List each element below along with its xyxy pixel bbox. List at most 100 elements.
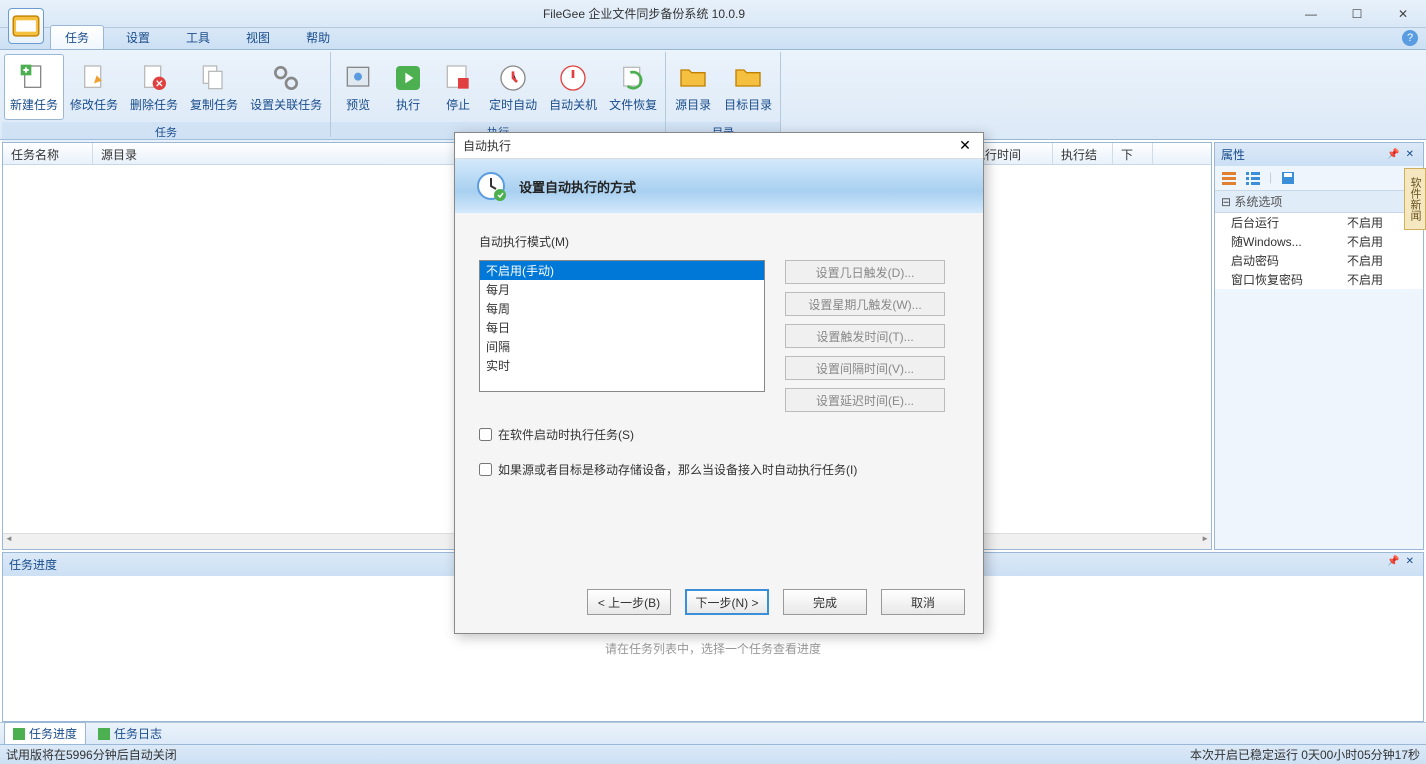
stop-button[interactable]: 停止	[433, 54, 483, 120]
check-run-on-startup[interactable]: 在软件启动时执行任务(S)	[479, 426, 959, 443]
check-run-on-startup-box[interactable]	[479, 428, 492, 441]
set-interval-button[interactable]: 设置间隔时间(V)...	[785, 356, 945, 380]
news-sidebar-tab[interactable]: 软件新闻	[1404, 168, 1426, 230]
category-view-icon[interactable]	[1221, 170, 1237, 186]
prop-row-windows[interactable]: 随Windows...不启用	[1215, 232, 1423, 251]
set-weekday-trigger-button[interactable]: 设置星期几触发(W)...	[785, 292, 945, 316]
auto-shutdown-button[interactable]: 自动关机	[543, 54, 603, 120]
target-dir-label: 目标目录	[724, 96, 772, 113]
ribbon-group-dir: 源目录 目标目录 目录	[666, 52, 781, 137]
play-icon	[392, 62, 424, 94]
save-icon[interactable]	[1280, 170, 1296, 186]
relate-task-button[interactable]: 设置关联任务	[244, 54, 328, 120]
menu-tab-help[interactable]: 帮助	[292, 26, 344, 49]
mode-item-manual[interactable]: 不启用(手动)	[480, 261, 764, 280]
list-view-icon[interactable]	[1245, 170, 1261, 186]
set-time-trigger-button[interactable]: 设置触发时间(T)...	[785, 324, 945, 348]
preview-icon	[342, 62, 374, 94]
dialog-title-text: 自动执行	[463, 137, 955, 154]
menu-tab-tools[interactable]: 工具	[172, 26, 224, 49]
restore-icon	[617, 62, 649, 94]
pin-icon[interactable]: 📌	[1384, 149, 1402, 160]
prop-row-password[interactable]: 启动密码不启用	[1215, 251, 1423, 270]
tab-log[interactable]: 任务日志	[90, 723, 170, 744]
target-dir-button[interactable]: 目标目录	[718, 54, 778, 120]
folder-icon	[677, 62, 709, 94]
close-button[interactable]: ✕	[1380, 0, 1426, 28]
mode-item-daily[interactable]: 每日	[480, 318, 764, 337]
mode-item-interval[interactable]: 间隔	[480, 337, 764, 356]
properties-section[interactable]: ⊟ 系统选项	[1215, 190, 1423, 213]
ribbon-group-task: 新建任务 修改任务 删除任务 复制任务 设置关联任务 任务	[2, 52, 331, 137]
menu-bar: 任务 设置 工具 视图 帮助 ?	[0, 28, 1426, 50]
status-left: 试用版将在5996分钟后自动关闭	[6, 746, 1190, 763]
menu-tab-view[interactable]: 视图	[232, 26, 284, 49]
dialog-banner: 设置自动执行的方式	[455, 159, 983, 213]
stop-label: 停止	[446, 96, 470, 113]
preview-label: 预览	[346, 96, 370, 113]
copy-task-button[interactable]: 复制任务	[184, 54, 244, 120]
auto-schedule-button[interactable]: 定时自动	[483, 54, 543, 120]
execute-button[interactable]: 执行	[383, 54, 433, 120]
help-icon[interactable]: ?	[1402, 30, 1418, 46]
mode-label: 自动执行模式(M)	[479, 233, 959, 250]
mode-listbox[interactable]: 不启用(手动) 每月 每周 每日 间隔 实时	[479, 260, 765, 392]
mode-item-realtime[interactable]: 实时	[480, 356, 764, 375]
execute-label: 执行	[396, 96, 420, 113]
progress-close-icon[interactable]: ✕	[1403, 556, 1417, 573]
mode-item-weekly[interactable]: 每周	[480, 299, 764, 318]
col-result[interactable]: 执行结果	[1053, 143, 1113, 164]
edit-file-icon	[78, 62, 110, 94]
delete-task-label: 删除任务	[130, 96, 178, 113]
app-icon[interactable]	[8, 8, 44, 44]
finish-button[interactable]: 完成	[783, 589, 867, 615]
edit-task-label: 修改任务	[70, 96, 118, 113]
maximize-button[interactable]: ☐	[1334, 0, 1380, 28]
minimize-button[interactable]: —	[1288, 0, 1334, 28]
ribbon: 新建任务 修改任务 删除任务 复制任务 设置关联任务 任务	[0, 50, 1426, 140]
set-delay-button[interactable]: 设置延迟时间(E)...	[785, 388, 945, 412]
app-title: FileGee 企业文件同步备份系统 10.0.9	[0, 5, 1288, 22]
dialog-title-bar[interactable]: 自动执行 ✕	[455, 133, 983, 159]
set-day-trigger-button[interactable]: 设置几日触发(D)...	[785, 260, 945, 284]
file-restore-button[interactable]: 文件恢复	[603, 54, 663, 120]
status-bar: 试用版将在5996分钟后自动关闭 本次开启已稳定运行 0天00小时05分钟17秒	[0, 744, 1426, 764]
properties-toolbar: |	[1215, 166, 1423, 190]
check-removable-device[interactable]: 如果源或者目标是移动存储设备，那么当设备接入时自动执行任务(I)	[479, 461, 959, 478]
cancel-button[interactable]: 取消	[881, 589, 965, 615]
check-removable-device-box[interactable]	[479, 463, 492, 476]
log-tab-icon	[98, 728, 110, 740]
source-dir-label: 源目录	[675, 96, 711, 113]
delete-task-button[interactable]: 删除任务	[124, 54, 184, 120]
tab-progress[interactable]: 任务进度	[4, 722, 86, 745]
prop-row-bg[interactable]: 后台运行不启用	[1215, 213, 1423, 232]
menu-tab-settings[interactable]: 设置	[112, 26, 164, 49]
progress-pin-icon[interactable]: 📌	[1384, 556, 1402, 573]
file-restore-label: 文件恢复	[609, 96, 657, 113]
new-task-label: 新建任务	[10, 96, 58, 113]
bottom-tabs: 任务进度 任务日志	[0, 722, 1426, 744]
prev-button[interactable]: < 上一步(B)	[587, 589, 671, 615]
window-controls: — ☐ ✕	[1288, 0, 1426, 28]
col-task-name[interactable]: 任务名称	[3, 143, 93, 164]
auto-shutdown-label: 自动关机	[549, 96, 597, 113]
trigger-buttons: 设置几日触发(D)... 设置星期几触发(W)... 设置触发时间(T)... …	[785, 260, 945, 412]
panel-close-icon[interactable]: ✕	[1403, 149, 1417, 160]
delete-file-icon	[138, 62, 170, 94]
preview-button[interactable]: 预览	[333, 54, 383, 120]
prop-row-recover[interactable]: 窗口恢复密码不启用	[1215, 270, 1423, 289]
clock-banner-icon	[475, 170, 507, 202]
new-file-icon	[18, 62, 50, 94]
mode-item-monthly[interactable]: 每月	[480, 280, 764, 299]
copy-file-icon	[198, 62, 230, 94]
col-next[interactable]: 下次	[1113, 143, 1153, 164]
next-button[interactable]: 下一步(N) >	[685, 589, 769, 615]
source-dir-button[interactable]: 源目录	[668, 54, 718, 120]
edit-task-button[interactable]: 修改任务	[64, 54, 124, 120]
new-task-button[interactable]: 新建任务	[4, 54, 64, 120]
auto-schedule-label: 定时自动	[489, 96, 537, 113]
dialog-close-button[interactable]: ✕	[955, 137, 975, 154]
menu-tab-task[interactable]: 任务	[50, 25, 104, 49]
dialog-footer: < 上一步(B) 下一步(N) > 完成 取消	[455, 573, 983, 633]
ribbon-group-execute: 预览 执行 停止 定时自动 自动关机 文件恢复 执行	[331, 52, 666, 137]
